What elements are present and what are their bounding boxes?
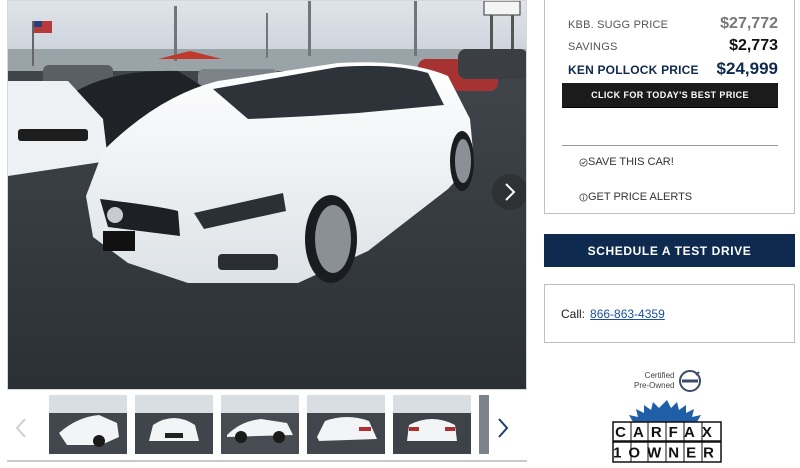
- phone-link[interactable]: 866-863-4359: [590, 307, 665, 321]
- next-photo-button[interactable]: [492, 174, 526, 210]
- thumbnail-next-button[interactable]: [493, 414, 513, 442]
- savings-label: SAVINGS: [568, 41, 618, 53]
- thumbnail-prev-button[interactable]: [11, 414, 31, 442]
- info-circle-icon: [579, 192, 588, 202]
- thumbnail-3[interactable]: [221, 395, 299, 454]
- thumbnail-5[interactable]: [393, 395, 471, 454]
- price-alerts-label: GET PRICE ALERTS: [588, 191, 693, 203]
- thumbnail-image: [135, 395, 213, 454]
- thumbnail-4[interactable]: [307, 395, 385, 454]
- savings-value: $2,773: [729, 37, 778, 54]
- price-alerts-link[interactable]: GET PRICE ALERTS: [579, 191, 692, 203]
- thumbnail-divider: [7, 460, 527, 462]
- thumbnail-strip: [7, 392, 527, 463]
- call-panel: Call: 866-863-4359: [544, 284, 795, 343]
- price-panel: KBB. SUGG PRICE $27,772 SAVINGS $2,773 K…: [544, 0, 795, 214]
- thumbnail-1[interactable]: [49, 395, 127, 454]
- thumbnail-6[interactable]: [479, 395, 489, 454]
- best-price-button[interactable]: CLICK FOR TODAY'S BEST PRICE: [562, 83, 778, 108]
- save-car-link[interactable]: SAVE THIS CAR!: [579, 156, 674, 168]
- call-label: Call:: [561, 306, 586, 321]
- chevron-right-icon: [505, 183, 516, 201]
- carfax-top-text: CARFAX: [615, 424, 719, 441]
- kbb-price-value: $27,772: [720, 15, 778, 32]
- carfax-logo: CARFAX 1OWNER: [612, 400, 722, 463]
- savings-row: SAVINGS $2,773: [568, 37, 778, 55]
- volvo-logo-icon: [679, 370, 702, 392]
- save-car-label: SAVE THIS CAR!: [588, 156, 674, 168]
- dealer-price-label: KEN POLLOCK PRICE: [568, 63, 699, 77]
- dealer-price-row: KEN POLLOCK PRICE $24,999: [568, 59, 778, 79]
- schedule-test-drive-button[interactable]: SCHEDULE A TEST DRIVE: [544, 234, 795, 267]
- dealer-price-value: $24,999: [716, 59, 778, 78]
- kbb-price-label: KBB. SUGG PRICE: [568, 19, 669, 31]
- chevron-right-icon: [498, 418, 509, 438]
- thumbnail-image: [307, 395, 385, 454]
- check-circle-icon: [579, 157, 588, 167]
- vehicle-photo-image: [8, 1, 526, 389]
- thumbnail-image: [221, 395, 299, 454]
- cpo-line-1: Certified: [644, 371, 675, 380]
- main-vehicle-photo[interactable]: [7, 0, 527, 390]
- cpo-text: Certified Pre-Owned: [634, 371, 674, 391]
- kbb-price-row: KBB. SUGG PRICE $27,772: [568, 15, 778, 33]
- carfax-bottom-text: 1OWNER: [613, 445, 721, 462]
- cpo-line-2: Pre-Owned: [634, 381, 675, 390]
- chevron-left-icon: [15, 418, 26, 438]
- carfax-badge[interactable]: CARFAX 1OWNER: [611, 400, 723, 463]
- certified-preowned-badge: Certified Pre-Owned: [634, 369, 702, 393]
- price-divider: [562, 145, 778, 146]
- thumbnail-image: [49, 395, 127, 454]
- thumbnail-2[interactable]: [135, 395, 213, 454]
- thumbnail-image: [393, 395, 471, 454]
